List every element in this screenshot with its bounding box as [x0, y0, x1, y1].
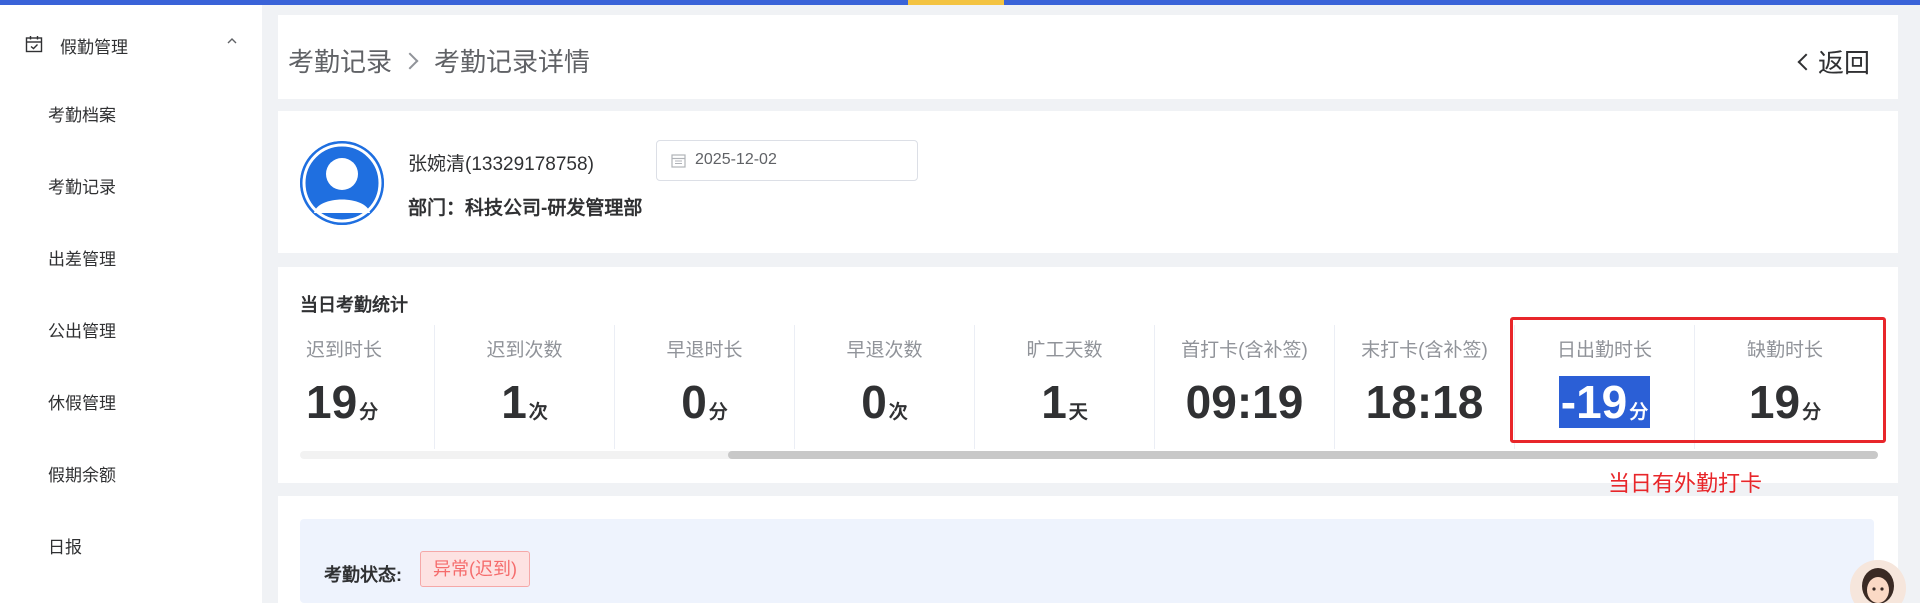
sidebar-item-label: 假期余额 [48, 466, 116, 485]
sidebar-item-label: 休假管理 [48, 394, 116, 413]
chevron-up-icon [227, 38, 237, 44]
stat-late-count: 迟到次数 1次 [435, 325, 615, 449]
stat-value: 09:19 [1185, 376, 1304, 428]
sidebar-item-business-trip[interactable]: 出差管理 [0, 231, 262, 279]
breadcrumb-current: 考勤记录详情 [434, 47, 591, 77]
stat-last-punch: 末打卡(含补签) 18:18 [1335, 325, 1515, 449]
stat-first-punch: 首打卡(含补签) 09:19 [1155, 325, 1335, 449]
sidebar-item-label: 考勤记录 [48, 178, 116, 197]
sidebar-item-attendance-records[interactable]: 考勤记录 [0, 159, 262, 207]
user-department: 部门：科技公司-研发管理部 [408, 198, 643, 219]
sidebar-item-label: 公出管理 [48, 322, 116, 341]
status-label: 考勤状态: [324, 565, 402, 585]
sidebar: 假勤管理 考勤档案 考勤记录 出差管理 公出管理 休假管理 假期余额 日报 [0, 5, 262, 603]
annotation-highlight-box [1510, 317, 1886, 443]
horizontal-scrollbar[interactable] [300, 451, 1878, 459]
date-picker[interactable]: 2025-12-02 [656, 140, 918, 181]
scrollbar-thumb[interactable] [728, 451, 1878, 459]
stat-value: 1天 [1041, 376, 1088, 428]
chevron-left-icon [1797, 53, 1815, 70]
status-badge: 异常(迟到) [420, 551, 530, 587]
sidebar-item-attendance-profile[interactable]: 考勤档案 [0, 87, 262, 135]
top-color-bar [0, 0, 1920, 5]
stat-label: 旷工天数 [1026, 340, 1103, 361]
stats-title: 当日考勤统计 [300, 295, 408, 315]
stat-value: 0分 [681, 376, 728, 428]
page-header: 考勤记录 考勤记录详情 返回 [278, 15, 1898, 99]
sidebar-item-label: 日报 [48, 538, 82, 557]
menu-group-attendance[interactable]: 假勤管理 [0, 19, 262, 67]
breadcrumb: 考勤记录 考勤记录详情 [288, 42, 590, 79]
avatar [300, 141, 384, 225]
stat-early-leave-count: 早退次数 0次 [795, 325, 975, 449]
annotation-note: 当日有外勤打卡 [1608, 471, 1763, 496]
stat-value: 0次 [861, 376, 908, 428]
stat-late-duration: 迟到时长 19 分 [300, 325, 435, 449]
breadcrumb-link-records[interactable]: 考勤记录 [288, 42, 392, 79]
menu-group-label: 假勤管理 [60, 38, 128, 57]
stat-label: 末打卡(含补签) [1361, 340, 1488, 361]
stat-label: 首打卡(含补签) [1181, 340, 1308, 361]
stat-label: 迟到时长 [306, 340, 383, 361]
date-value: 2025-12-02 [695, 151, 777, 168]
back-label: 返回 [1817, 48, 1870, 78]
sidebar-item-leave-balance[interactable]: 假期余额 [0, 447, 262, 495]
stat-absent-days: 旷工天数 1天 [975, 325, 1155, 449]
stat-value: 18:18 [1365, 376, 1484, 428]
calendar-icon [671, 154, 686, 168]
sidebar-item-daily-report[interactable]: 日报 [0, 519, 262, 567]
sidebar-item-official-outing[interactable]: 公出管理 [0, 303, 262, 351]
top-accent-segment [908, 0, 1004, 5]
stat-label: 迟到次数 [486, 340, 563, 361]
chevron-right-icon [401, 52, 419, 69]
user-info-panel: 张婉清(13329178758) 部门：科技公司-研发管理部 2025-12-0… [278, 111, 1898, 253]
stat-value: 19 分 [306, 376, 379, 428]
back-button[interactable]: 返回 [1797, 43, 1870, 80]
stat-value: 1次 [501, 376, 548, 428]
status-panel: 考勤状态: 异常(迟到) [278, 496, 1898, 603]
sidebar-item-leave-management[interactable]: 休假管理 [0, 375, 262, 423]
calendar-check-icon [25, 36, 43, 53]
status-box: 考勤状态: 异常(迟到) [300, 519, 1874, 603]
sidebar-item-label: 出差管理 [48, 250, 116, 269]
stat-early-leave-duration: 早退时长 0分 [615, 325, 795, 449]
stat-label: 早退时长 [666, 340, 743, 361]
sidebar-item-label: 考勤档案 [48, 106, 116, 125]
user-avatar-icon [300, 141, 384, 225]
stat-label: 早退次数 [846, 340, 923, 361]
user-name: 张婉清(13329178758) [408, 154, 594, 175]
